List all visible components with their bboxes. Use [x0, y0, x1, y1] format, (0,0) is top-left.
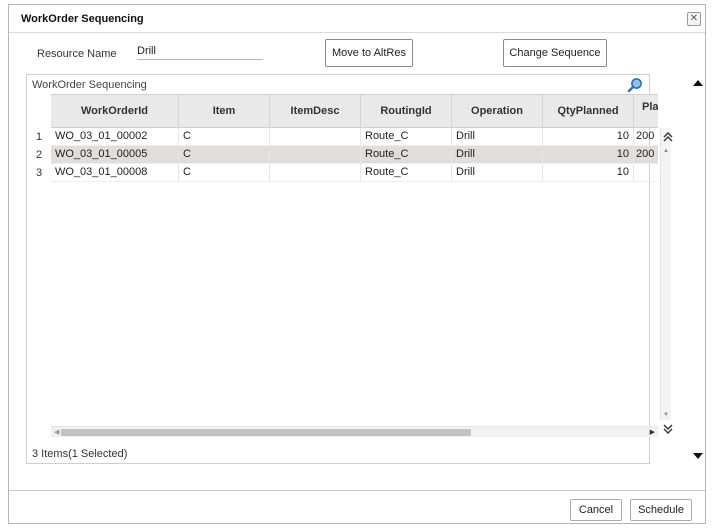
grid-header: WorkOrderId Item ItemDesc RoutingId Operatio… — [51, 94, 658, 128]
table-row[interactable]: 1 WO_03_01_00002 C Route_C Drill 10 200 — [27, 128, 660, 146]
vertical-scrollbar[interactable]: ▲ ▼ — [660, 128, 671, 420]
cell-routingid: Route_C — [361, 146, 452, 163]
cell-item: C — [179, 128, 270, 145]
cell-qtyplanned: 10 — [543, 164, 634, 181]
dialog-title: WorkOrder Sequencing — [21, 13, 144, 25]
row-cells[interactable]: WO_03_01_00008 C Route_C Drill 10 — [51, 164, 658, 182]
row-cells[interactable]: WO_03_01_00002 C Route_C Drill 10 200 — [51, 128, 658, 146]
table-row[interactable]: 3 WO_03_01_00008 C Route_C Drill 10 — [27, 164, 660, 182]
cell-workorderid: WO_03_01_00005 — [51, 146, 179, 163]
close-icon[interactable]: ✕ — [687, 12, 701, 26]
cell-itemdesc — [270, 146, 361, 163]
cell-item: C — [179, 164, 270, 181]
cell-routingid: Route_C — [361, 164, 452, 181]
column-header-pla[interactable]: Pla — [634, 95, 658, 127]
scroll-left-arrow-icon[interactable]: ◀ — [54, 428, 59, 436]
cell-qtyplanned: 10 — [543, 128, 634, 145]
row-number: 2 — [35, 149, 43, 161]
dialog-titlebar: WorkOrder Sequencing ✕ — [9, 5, 705, 33]
cell-operation: Drill — [452, 164, 543, 181]
scroll-down-arrow-icon[interactable]: ▼ — [663, 412, 669, 418]
horizontal-scrollbar[interactable]: ◀ ▶ — [51, 426, 658, 437]
cell-itemdesc — [270, 164, 361, 181]
column-header-qtyplanned[interactable]: QtyPlanned — [543, 95, 634, 127]
resource-name-label: Resource Name — [37, 48, 117, 60]
cell-workorderid: WO_03_01_00008 — [51, 164, 179, 181]
cancel-button[interactable]: Cancel — [570, 499, 622, 521]
cell-workorderid: WO_03_01_00002 — [51, 128, 179, 145]
item-count: 3 Items(1 Selected) — [32, 448, 128, 460]
workorder-grid: WorkOrder Sequencing WorkOrderId Item Item… — [26, 74, 673, 464]
move-bottom-icon[interactable] — [663, 424, 673, 434]
cell-pla: 200 — [636, 130, 655, 142]
move-up-icon[interactable] — [693, 80, 703, 86]
schedule-button[interactable]: Schedule — [630, 499, 692, 521]
row-cells[interactable]: WO_03_01_00005 C Route_C Drill 10 200 — [51, 146, 658, 164]
column-header-item[interactable]: Item — [179, 95, 270, 127]
column-header-itemdesc[interactable]: ItemDesc — [270, 95, 361, 127]
cell-item: C — [179, 146, 270, 163]
scroll-right-arrow-icon[interactable]: ▶ — [650, 428, 655, 436]
move-down-icon[interactable] — [693, 453, 703, 459]
cell-itemdesc — [270, 128, 361, 145]
cell-operation: Drill — [452, 128, 543, 145]
cell-qtyplanned: 10 — [543, 146, 634, 163]
grid-caption: WorkOrder Sequencing — [32, 79, 147, 91]
resource-name-input[interactable] — [137, 43, 263, 60]
workorder-sequencing-dialog: WorkOrder Sequencing ✕ Resource Name Mov… — [8, 4, 706, 524]
cell-routingid: Route_C — [361, 128, 452, 145]
scroll-up-arrow-icon[interactable]: ▲ — [663, 148, 669, 154]
row-number: 3 — [35, 167, 43, 179]
move-to-altres-button[interactable]: Move to AltRes — [325, 39, 413, 67]
cell-pla: 200 — [636, 148, 655, 160]
footer-divider — [9, 490, 705, 491]
cell-pla — [634, 164, 658, 181]
row-number: 1 — [35, 131, 43, 143]
column-header-workorderid[interactable]: WorkOrderId — [51, 95, 179, 127]
move-top-icon[interactable] — [663, 132, 673, 142]
search-icon[interactable] — [627, 77, 643, 93]
grid-rows: 1 WO_03_01_00002 C Route_C Drill 10 200 2 WO_03_… — [27, 128, 660, 182]
column-header-routingid[interactable]: RoutingId — [361, 95, 452, 127]
change-sequence-button[interactable]: Change Sequence — [503, 39, 607, 67]
cell-operation: Drill — [452, 146, 543, 163]
column-header-operation[interactable]: Operation — [452, 95, 543, 127]
horizontal-scroll-thumb[interactable] — [61, 429, 471, 436]
table-row[interactable]: 2 WO_03_01_00005 C Route_C Drill 10 200 — [27, 146, 660, 164]
